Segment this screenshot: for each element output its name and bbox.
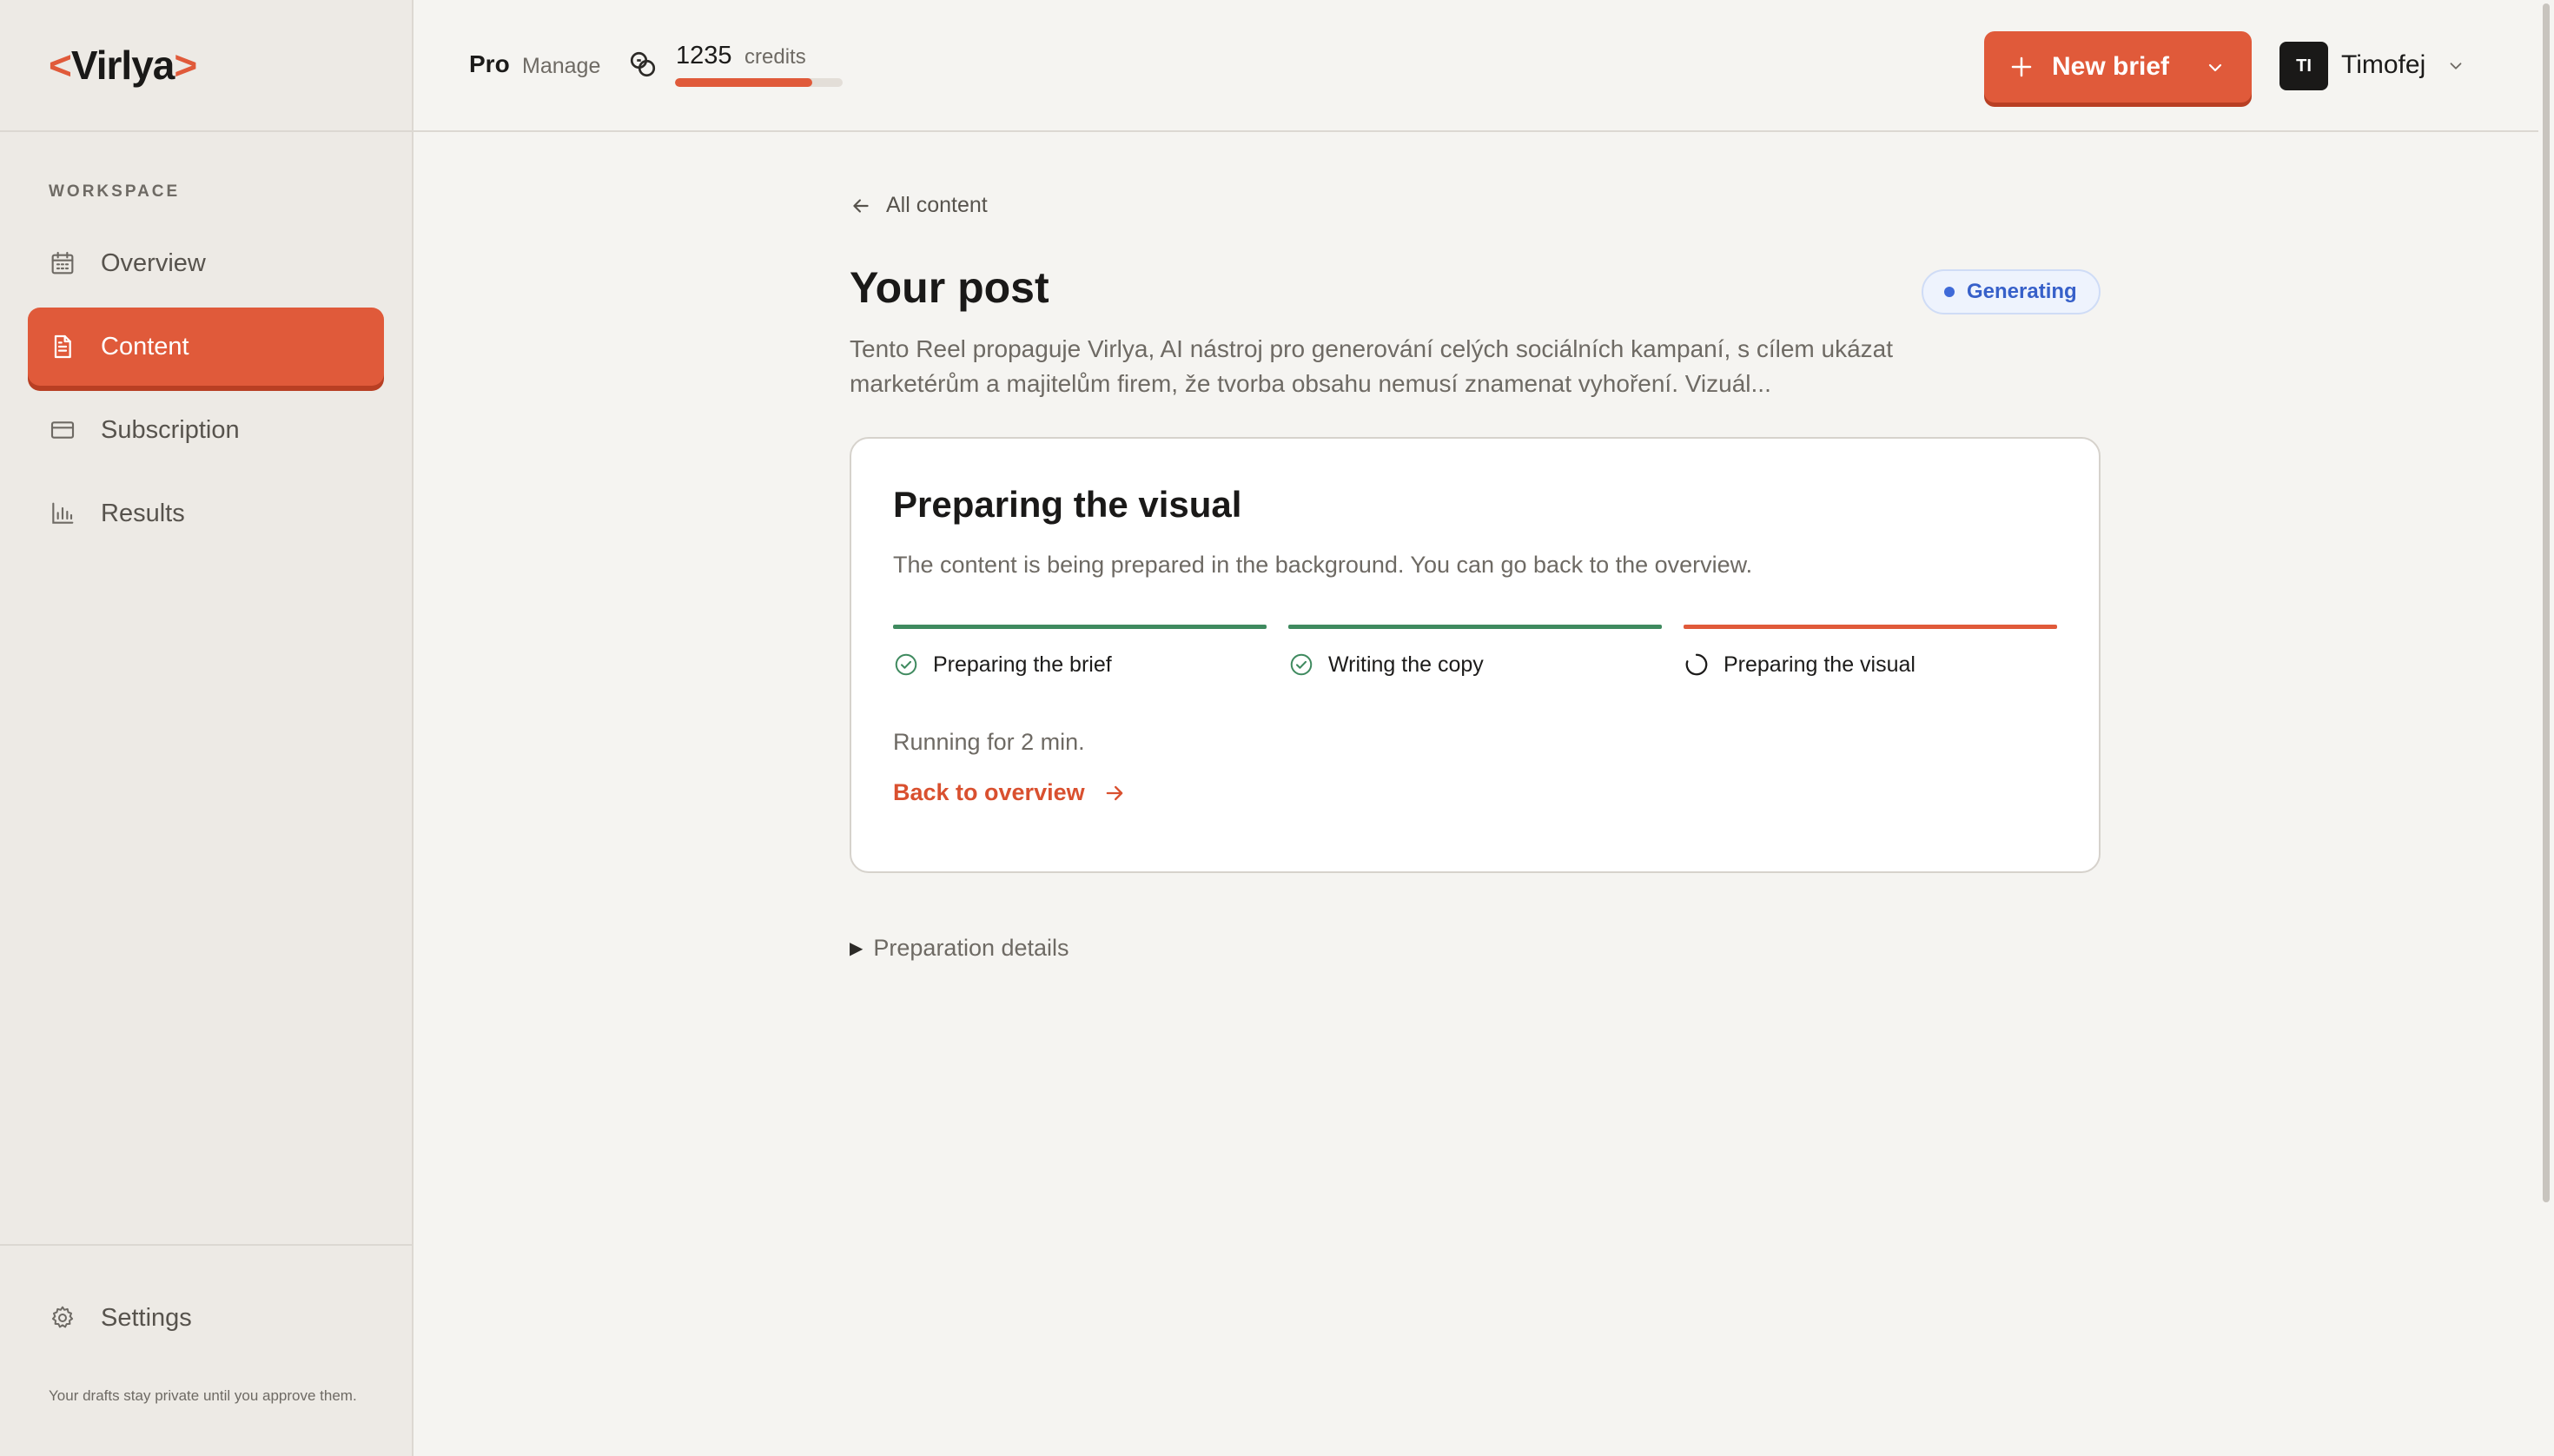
- logo-bracket-left: <: [49, 43, 72, 88]
- credit-card-icon: [50, 421, 75, 439]
- sidebar-footer: Settings Your drafts stay private until …: [0, 1244, 412, 1456]
- chevron-down-icon[interactable]: [2205, 57, 2226, 78]
- progress-card: Preparing the visual The content is bein…: [850, 437, 2101, 873]
- sidebar-item-label: Settings: [101, 1303, 192, 1332]
- check-circle-icon: [1290, 653, 1313, 676]
- coins-icon: [630, 51, 656, 77]
- privacy-note: Your drafts stay private until you appro…: [49, 1387, 357, 1404]
- back-to-overview-link[interactable]: Back to overview: [893, 779, 1127, 806]
- plus-icon: [2011, 56, 2032, 77]
- credits-progress-fill: [675, 78, 813, 87]
- logo-bracket-right: >: [174, 43, 197, 88]
- step-label: Preparing the visual: [1724, 652, 1916, 677]
- topbar: Pro Manage 1235 credits New brief TI Tim…: [414, 0, 2538, 132]
- status-badge-label: Generating: [1967, 280, 2077, 303]
- sidebar-item-settings[interactable]: Settings: [28, 1279, 384, 1357]
- chevron-down-icon[interactable]: [2446, 56, 2465, 76]
- logo-text: Virlya: [70, 43, 175, 88]
- arrow-right-icon: [1106, 785, 1122, 800]
- step-label: Preparing the brief: [933, 652, 1112, 677]
- user-menu-name[interactable]: Timofej: [2341, 50, 2425, 80]
- page-title: Your post: [850, 263, 1049, 312]
- bar-chart-icon: [52, 502, 74, 524]
- plan-name: Pro: [469, 50, 510, 77]
- step-progress-bar: [1684, 625, 2057, 629]
- sidebar-item-label: Results: [101, 499, 185, 527]
- sidebar: < Virlya > WORKSPACE Overview Content Subs…: [0, 0, 414, 1456]
- workspace-section-label: WORKSPACE: [49, 182, 181, 201]
- credits-label: credits: [744, 45, 806, 69]
- disclosure-triangle-icon: ▶: [850, 939, 863, 958]
- step-progress-bar: [893, 625, 1267, 629]
- back-link-label: All content: [886, 193, 988, 217]
- card-subtitle: The content is being prepared in the bac…: [893, 552, 1753, 578]
- step-preparing-brief: Preparing the brief: [893, 625, 1267, 678]
- step-preparing-visual: Preparing the visual: [1684, 625, 2057, 678]
- scrollbar-thumb[interactable]: [2543, 3, 2550, 1202]
- post-description: Tento Reel propaguje Virlya, AI nástroj …: [850, 335, 1894, 397]
- document-icon: [54, 334, 71, 359]
- calendar-icon: [51, 251, 74, 275]
- check-circle-icon: [895, 653, 917, 676]
- new-brief-label: New brief: [2052, 52, 2170, 81]
- sidebar-item-subscription[interactable]: Subscription: [28, 391, 384, 469]
- new-brief-button[interactable]: New brief: [1984, 31, 2252, 103]
- back-to-all-content-link[interactable]: All content: [850, 193, 988, 218]
- credits-count: 1235: [676, 42, 732, 69]
- manage-plan-link[interactable]: Manage: [522, 54, 600, 79]
- card-title: Preparing the visual: [893, 484, 1242, 525]
- brand-logo[interactable]: < Virlya >: [0, 0, 412, 132]
- avatar[interactable]: TI: [2279, 42, 2328, 90]
- sidebar-item-label: Content: [101, 332, 189, 361]
- sidebar-item-content[interactable]: Content: [28, 308, 384, 386]
- credits-progress-bar: [675, 78, 843, 87]
- preparation-details-toggle[interactable]: ▶ Preparation details: [850, 935, 1069, 962]
- arrow-left-icon: [853, 198, 869, 213]
- scrollbar[interactable]: [2538, 0, 2554, 1456]
- step-progress-bar: [1288, 625, 1662, 629]
- sidebar-item-label: Subscription: [101, 415, 240, 444]
- sidebar-item-overview[interactable]: Overview: [28, 224, 384, 302]
- step-label: Writing the copy: [1328, 652, 1484, 677]
- running-time: Running for 2 min.: [893, 729, 1085, 755]
- sidebar-item-label: Overview: [101, 248, 206, 277]
- step-writing-copy: Writing the copy: [1288, 625, 1662, 678]
- spinner-icon: [1685, 653, 1708, 676]
- sidebar-item-results[interactable]: Results: [28, 474, 384, 553]
- status-dot-icon: [1944, 287, 1955, 297]
- preparation-details-label: Preparation details: [873, 935, 1069, 961]
- status-badge: Generating: [1922, 269, 2101, 314]
- gear-icon: [51, 1306, 74, 1328]
- overview-link-label: Back to overview: [893, 779, 1085, 805]
